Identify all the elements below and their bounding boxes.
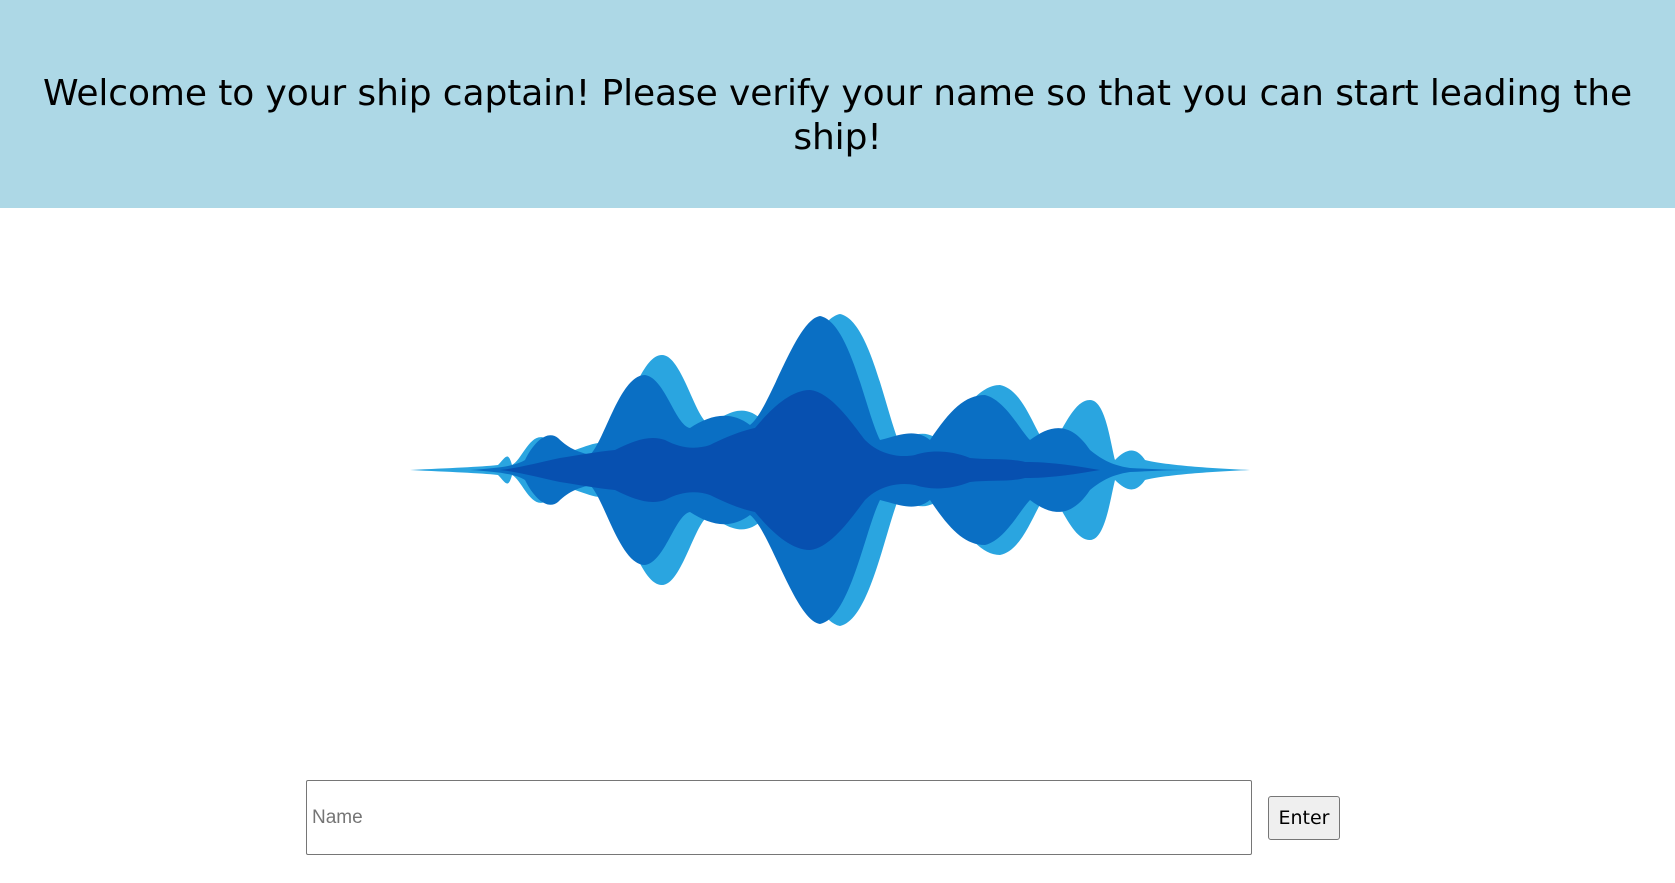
enter-button[interactable]: Enter — [1268, 796, 1340, 840]
header-banner: Welcome to your ship captain! Please ver… — [0, 0, 1675, 208]
name-input[interactable] — [306, 780, 1252, 855]
welcome-heading: Welcome to your ship captain! Please ver… — [42, 73, 1633, 158]
sound-wave-icon — [410, 314, 1250, 626]
